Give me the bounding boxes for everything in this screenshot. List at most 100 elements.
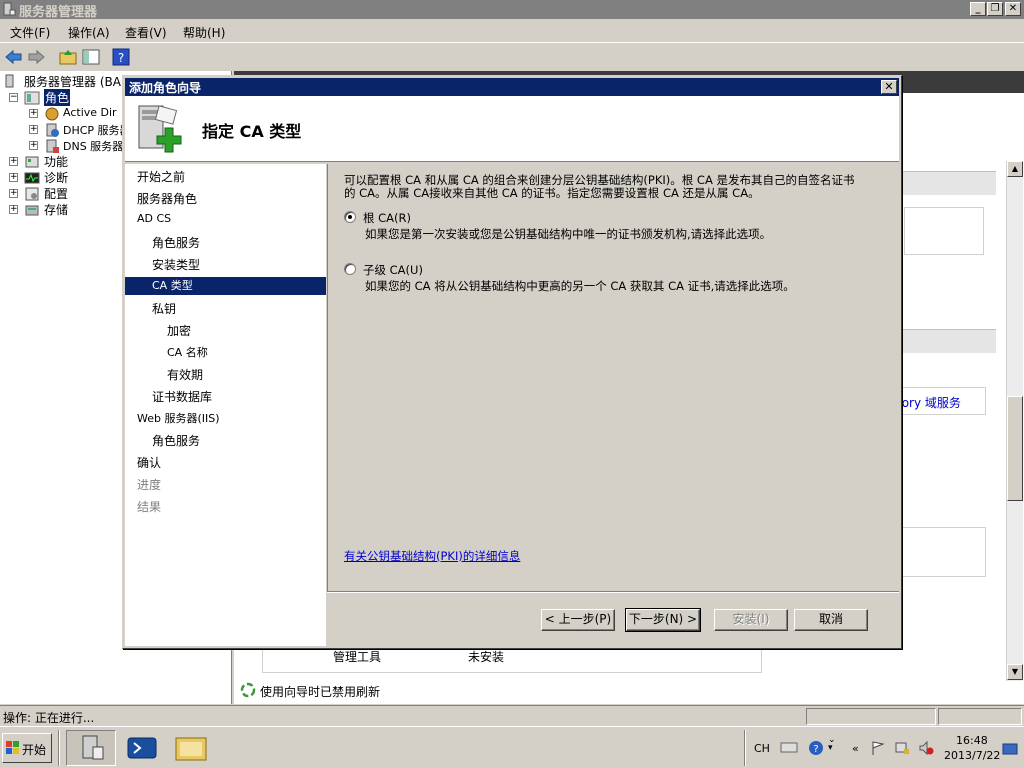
status-cell xyxy=(938,708,1022,725)
menu-view[interactable]: 查看(V) xyxy=(125,24,167,41)
subordinate-ca-label[interactable]: 子级 CA(U) xyxy=(363,262,423,278)
section-box xyxy=(894,527,986,577)
tree-root[interactable]: 服务器管理器 (BA xyxy=(24,73,121,90)
wizard-step: 结果 xyxy=(137,500,162,514)
taskbar-server-manager[interactable] xyxy=(66,730,116,766)
wizard-step[interactable]: 安装类型 xyxy=(152,256,200,273)
help-icon[interactable]: ? xyxy=(111,47,131,67)
dialog-close-button[interactable]: ✕ xyxy=(881,80,897,94)
expand-icon[interactable]: + xyxy=(9,157,18,166)
expand-icon[interactable]: + xyxy=(29,141,38,150)
add-roles-wizard-dialog: 添加角色向导 ✕ 指定 CA 类型 开始之前 服务器角色 AD CS 角色服务 安装类型… xyxy=(122,75,902,649)
dhcp-role-icon xyxy=(44,122,59,137)
ad-ds-link[interactable]: tory 域服务 xyxy=(897,394,961,411)
tree-features[interactable]: 功能 xyxy=(44,153,68,170)
pki-more-info-link[interactable]: 有关公钥基础结构(PKI)的详细信息 xyxy=(344,548,520,564)
up-folder-icon[interactable] xyxy=(58,47,78,67)
dns-role-icon xyxy=(44,138,59,153)
forward-arrow-icon[interactable] xyxy=(26,47,46,67)
cancel-button[interactable]: 取消 xyxy=(794,609,868,631)
tree-configuration[interactable]: 配置 xyxy=(44,185,68,202)
ime-options-icon[interactable]: ⌄ ▾ xyxy=(828,736,836,753)
roles-icon xyxy=(24,90,40,105)
close-button[interactable]: ✕ xyxy=(1005,2,1021,16)
expand-icon[interactable]: + xyxy=(29,109,38,118)
status-text: 操作: 正在进行... xyxy=(3,711,95,725)
wizard-step[interactable]: 确认 xyxy=(137,454,161,471)
tree-role-ad[interactable]: Active Dir xyxy=(63,106,117,119)
main-titlebar: 服务器管理器 _ ❐ ✕ xyxy=(0,0,1024,20)
network-icon[interactable] xyxy=(894,740,910,759)
menu-action[interactable]: 操作(A) xyxy=(68,24,110,41)
back-arrow-icon[interactable] xyxy=(4,47,24,67)
show-hide-tree-icon[interactable] xyxy=(81,47,101,67)
subordinate-ca-radio[interactable] xyxy=(344,263,356,275)
action-center-flag-icon[interactable] xyxy=(870,740,886,759)
root-ca-label[interactable]: 根 CA(R) xyxy=(363,210,411,226)
help-circle-icon[interactable]: ? xyxy=(808,740,824,759)
wizard-step[interactable]: 角色服务 xyxy=(152,432,200,449)
server-manager-icon xyxy=(4,74,18,88)
wizard-step[interactable]: AD CS xyxy=(137,212,171,225)
back-button[interactable]: < 上一步(P) xyxy=(541,609,615,631)
features-icon xyxy=(24,154,39,168)
next-button[interactable]: 下一步(N) > xyxy=(625,608,701,632)
tree-roles[interactable]: 角色 xyxy=(44,89,71,106)
configuration-icon xyxy=(24,186,39,201)
scroll-down-button[interactable]: ▼ xyxy=(1007,664,1023,680)
scroll-thumb[interactable] xyxy=(1007,396,1023,501)
wizard-step[interactable]: 开始之前 xyxy=(137,168,185,185)
tree-diagnostics[interactable]: 诊断 xyxy=(44,169,68,186)
button-separator xyxy=(327,591,899,593)
install-button[interactable]: 安装(I) xyxy=(714,609,788,631)
divider xyxy=(58,730,60,766)
wizard-main: 可以配置根 CA 和从属 CA 的组合来创建分层公钥基础结构(PKI)。根 CA… xyxy=(327,164,899,592)
minimize-button[interactable]: _ xyxy=(970,2,986,16)
root-ca-radio[interactable] xyxy=(344,211,356,223)
section-box: tory 域服务 xyxy=(894,387,986,415)
taskbar-powershell[interactable] xyxy=(118,730,168,766)
vertical-scrollbar[interactable]: ▲ ▼ xyxy=(1006,161,1023,681)
tree-role-dhcp[interactable]: DHCP 服务器 xyxy=(63,122,131,138)
clock-time: 16:48 xyxy=(956,734,988,747)
dialog-titlebar[interactable]: 添加角色向导 ✕ xyxy=(125,78,899,96)
menu-help[interactable]: 帮助(H) xyxy=(183,24,225,41)
show-hidden-icon[interactable]: « xyxy=(852,742,859,755)
refresh-disabled-icon xyxy=(240,682,256,701)
tree-role-dns[interactable]: DNS 服务器 xyxy=(63,138,123,154)
collapse-icon[interactable]: − xyxy=(9,93,18,102)
language-indicator[interactable]: CH xyxy=(754,742,770,755)
wizard-step[interactable]: 私钥 xyxy=(152,300,176,317)
wizard-step[interactable]: 加密 xyxy=(167,322,191,339)
root-ca-description: 如果您是第一次安装或您是公钥基础结构中唯一的证书颁发机构,请选择此选项。 xyxy=(365,227,772,241)
expand-icon[interactable]: + xyxy=(9,205,18,214)
section-box xyxy=(904,207,984,255)
dialog-title: 添加角色向导 xyxy=(129,81,202,95)
expand-icon[interactable]: + xyxy=(9,189,18,198)
start-label: 开始 xyxy=(22,743,47,757)
start-button[interactable]: 开始 xyxy=(2,733,52,763)
tree-storage[interactable]: 存储 xyxy=(44,201,68,218)
table-cell-status: 未安装 xyxy=(468,650,505,664)
wizard-step[interactable]: 角色服务 xyxy=(152,234,200,251)
taskbar-explorer[interactable] xyxy=(168,730,218,766)
scroll-up-button[interactable]: ▲ xyxy=(1007,161,1023,177)
wizard-step[interactable]: CA 名称 xyxy=(167,344,208,360)
dialog-header: 指定 CA 类型 xyxy=(125,96,899,162)
keyboard-icon[interactable] xyxy=(780,740,798,757)
windows-logo-icon xyxy=(6,741,20,758)
wizard-step[interactable]: 服务器角色 xyxy=(137,190,197,207)
wizard-step[interactable]: 有效期 xyxy=(167,366,203,383)
expand-icon[interactable]: + xyxy=(29,125,38,134)
menu-file[interactable]: 文件(F) xyxy=(10,24,50,41)
wizard-step[interactable]: CA 类型 xyxy=(125,277,326,295)
wizard-step[interactable]: 证书数据库 xyxy=(152,388,212,405)
expand-icon[interactable]: + xyxy=(9,173,18,182)
storage-icon xyxy=(24,202,39,216)
refresh-notice: 使用向导时已禁用刷新 xyxy=(260,685,381,699)
show-desktop-icon[interactable] xyxy=(1002,742,1018,759)
maximize-button[interactable]: ❐ xyxy=(987,2,1003,16)
wizard-step[interactable]: Web 服务器(IIS) xyxy=(137,410,220,426)
section-bar xyxy=(894,329,996,353)
volume-muted-icon[interactable] xyxy=(918,740,934,759)
